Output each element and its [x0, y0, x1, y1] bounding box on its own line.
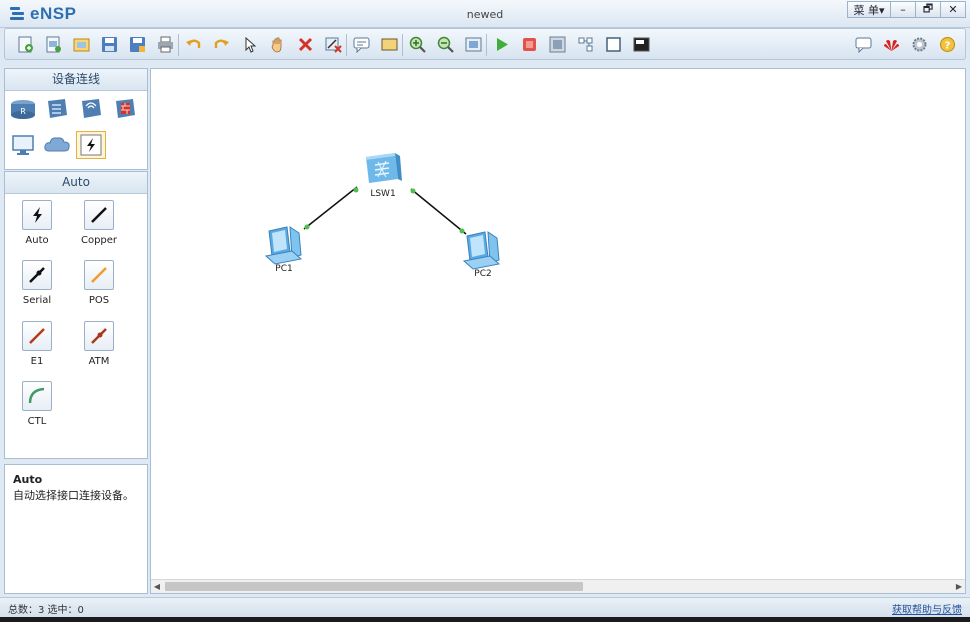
delete-icon[interactable]	[297, 36, 314, 53]
new-example-icon[interactable]	[45, 36, 62, 53]
left-panel: 设备连线 R Auto Auto Copper Serial POS E1 AT…	[4, 68, 148, 594]
cable-copper[interactable]: Copper	[69, 200, 129, 246]
link-lsw1-pc1[interactable]	[303, 186, 358, 230]
pc-node-icon[interactable]	[264, 226, 303, 265]
cable-label: Auto	[25, 235, 49, 246]
scroll-right-icon[interactable]: ▶	[953, 580, 965, 593]
open-icon[interactable]	[73, 36, 90, 53]
pos-cable-icon[interactable]	[84, 260, 114, 290]
port-status-icon	[459, 228, 465, 234]
cable-pos[interactable]: POS	[69, 260, 129, 306]
new-topology-icon[interactable]	[17, 36, 34, 53]
cable-panel: Auto Auto Copper Serial POS E1 ATM CTL	[4, 171, 148, 459]
description-text: 自动选择接口连接设备。	[13, 489, 134, 502]
cable-panel-title: Auto	[5, 172, 147, 194]
horizontal-scrollbar[interactable]: ◀ ▶	[151, 579, 965, 593]
pc-terminal-icon[interactable]	[8, 131, 38, 159]
chat-icon[interactable]	[855, 36, 872, 53]
cloud-icon[interactable]	[42, 131, 72, 159]
cable-serial[interactable]: Serial	[7, 260, 67, 306]
svg-text:R: R	[20, 107, 26, 116]
switch-node-icon[interactable]	[366, 153, 402, 183]
text-note-icon[interactable]	[353, 36, 370, 53]
rectangle-icon[interactable]	[381, 36, 398, 53]
serial-cable-icon[interactable]	[22, 260, 52, 290]
description-panel: Auto 自动选择接口连接设备。	[4, 464, 148, 594]
delete-link-icon[interactable]	[325, 36, 342, 53]
topology-links	[264, 153, 501, 270]
pan-hand-icon[interactable]	[269, 36, 286, 53]
topology-icon[interactable]	[577, 36, 594, 53]
help-feedback-link[interactable]: 获取帮助与反馈	[892, 601, 962, 616]
node-label-pc2: PC2	[474, 269, 492, 279]
settings-icon[interactable]	[911, 36, 928, 53]
main-menu-button[interactable]: 菜 单▾	[847, 1, 891, 18]
close-button[interactable]: ✕	[940, 1, 966, 18]
restore-button[interactable]: 🗗	[915, 1, 941, 18]
minimize-button[interactable]: –	[890, 1, 916, 18]
status-summary: 总数：3 选中：0	[8, 605, 84, 616]
connection-icon[interactable]	[76, 131, 106, 159]
save-icon[interactable]	[101, 36, 118, 53]
cable-label: ATM	[88, 356, 110, 367]
cable-label: CTL	[27, 416, 47, 427]
node-label-lsw1: LSW1	[370, 189, 396, 199]
start-device-icon[interactable]	[493, 36, 510, 53]
device-category-panel: 设备连线 R	[4, 68, 148, 170]
node-label-pc1: PC1	[275, 264, 293, 274]
cable-label: E1	[30, 356, 44, 367]
svg-text:?: ?	[945, 41, 951, 52]
taskbar-edge	[0, 617, 970, 622]
cable-auto[interactable]: Auto	[7, 200, 67, 246]
e1-cable-icon[interactable]	[22, 321, 52, 351]
atm-cable-icon[interactable]	[84, 321, 114, 351]
redo-icon[interactable]	[213, 36, 230, 53]
copper-cable-icon[interactable]	[84, 200, 114, 230]
cable-label: Copper	[80, 235, 118, 246]
router-icon[interactable]: R	[8, 95, 38, 123]
auto-cable-icon[interactable]	[22, 200, 52, 230]
firewall-icon[interactable]	[110, 95, 140, 123]
scrollbar-thumb[interactable]	[165, 582, 583, 591]
switch-icon[interactable]	[42, 95, 72, 123]
device-category-title: 设备连线	[5, 69, 147, 91]
capture-data-icon[interactable]	[549, 36, 566, 53]
console-icon[interactable]	[633, 36, 650, 53]
select-pointer-icon[interactable]	[241, 36, 258, 53]
window-title: newed	[466, 8, 504, 21]
port-status-icon	[304, 224, 310, 230]
help-icon[interactable]: ?	[939, 36, 956, 53]
cable-e1[interactable]: E1	[7, 321, 67, 367]
print-icon[interactable]	[157, 36, 174, 53]
ctl-cable-icon[interactable]	[22, 381, 52, 411]
stop-device-icon[interactable]	[521, 36, 538, 53]
cable-atm[interactable]: ATM	[69, 321, 129, 367]
zoom-in-icon[interactable]	[409, 36, 426, 53]
link-lsw1-pc2[interactable]	[410, 188, 467, 235]
main-toolbar: ?	[4, 28, 966, 60]
description-title: Auto	[13, 473, 43, 486]
fit-view-icon[interactable]	[465, 36, 482, 53]
status-bar: 总数：3 选中：0 获取帮助与反馈	[0, 597, 970, 617]
topology-canvas[interactable]: LSW1 PC1 PC2 ◀ ▶	[150, 68, 966, 594]
undo-icon[interactable]	[185, 36, 202, 53]
huawei-logo-icon[interactable]	[883, 36, 900, 53]
zoom-out-icon[interactable]	[437, 36, 454, 53]
title-bar: eNSP newed 菜 单▾ – 🗗 ✕	[0, 0, 970, 28]
save-as-icon[interactable]	[129, 36, 146, 53]
cable-label: POS	[88, 295, 110, 306]
pc-node-icon[interactable]	[462, 231, 501, 270]
cable-label: Serial	[22, 295, 52, 306]
show-interface-icon[interactable]	[605, 36, 622, 53]
wireless-icon[interactable]	[76, 95, 106, 123]
cable-ctl[interactable]: CTL	[7, 381, 67, 427]
scroll-left-icon[interactable]: ◀	[151, 580, 163, 593]
